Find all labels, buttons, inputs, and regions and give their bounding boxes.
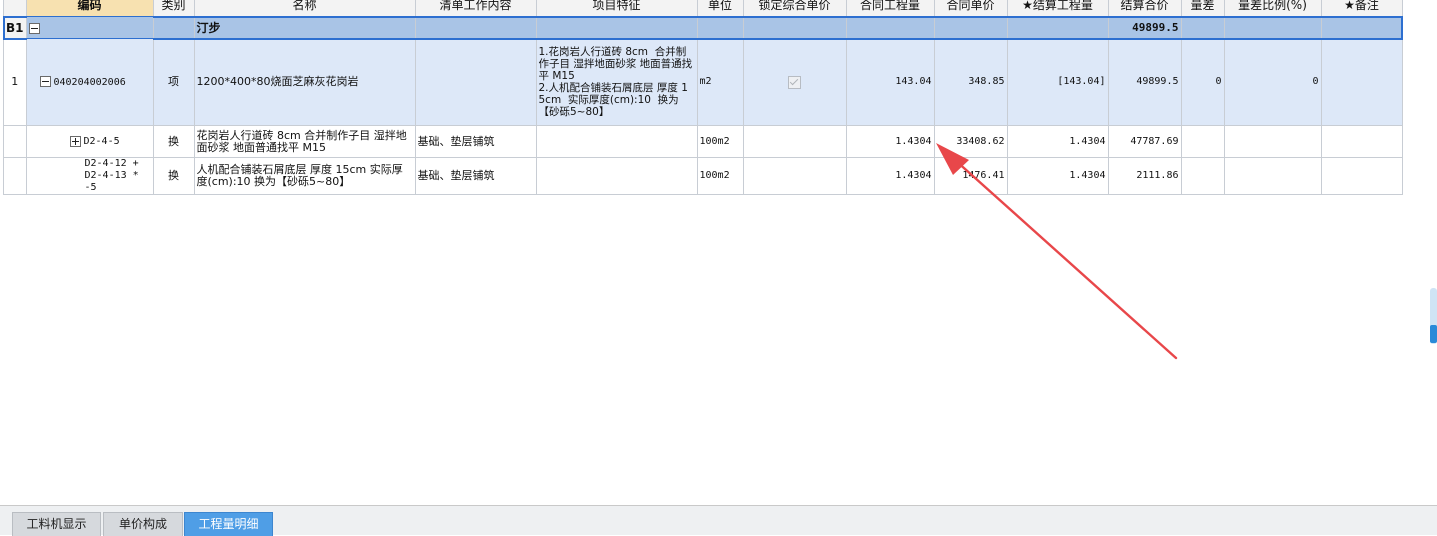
col-header-remark[interactable]: ★备注 [1320,0,1403,17]
col-header-qty-diff[interactable]: 量差 [1180,0,1225,17]
qty-diff-cell[interactable]: 0 [1180,38,1225,126]
qty-diff-ratio-cell[interactable]: 0 [1223,38,1322,126]
code-text-line1: D2-4-12 + [84,158,139,170]
features-cell[interactable]: 1.花岗岩人行道砖 8cm 合并制作子目 湿拌地面砂浆 地面普通找平 M15 2… [535,38,698,126]
tab-unit-price[interactable]: 单价构成 [103,512,183,536]
code-cell[interactable]: 040204002006 [25,38,154,126]
code-cell[interactable]: D2-4-5 [25,125,154,158]
contract-price-cell[interactable] [933,16,1008,39]
table-row[interactable]: D2-4-5 换 花岗岩人行道砖 8cm 合并制作子目 湿拌地面砂浆 地面普通找… [3,125,1403,158]
unit-cell[interactable]: 100m2 [696,157,744,195]
code-cell[interactable]: D2-4-12 + D2-4-13 * -5 [25,157,154,195]
settle-total-cell[interactable]: 2111.86 [1107,157,1182,195]
table-row-group[interactable]: B1 汀步 49899.5 [2,15,1403,40]
col-header-category[interactable]: 类别 [152,0,195,17]
settle-total-cell[interactable]: 49899.5 [1107,16,1182,39]
qty-diff-cell[interactable] [1180,125,1225,158]
col-header-code[interactable]: 编码 [25,0,154,17]
category-cell[interactable] [152,16,195,39]
table-row[interactable]: D2-4-12 + D2-4-13 * -5 换 人机配合铺装石屑底层 厚度 1… [3,157,1403,195]
remark-cell[interactable] [1320,38,1403,126]
remark-cell[interactable] [1320,157,1403,195]
work-cell[interactable] [414,38,537,126]
col-header-qty-diff-ratio[interactable]: 量差比例(%) [1223,0,1322,17]
settle-qty-cell[interactable]: [143.04] [1006,38,1109,126]
work-cell[interactable]: 基础、垫层铺筑 [414,157,537,195]
collapse-toggle-icon[interactable] [39,76,51,87]
contract-qty-cell[interactable]: 1.4304 [845,125,935,158]
scrollbar-thumb[interactable] [1430,325,1437,343]
contract-qty-cell[interactable] [845,16,935,39]
col-header-unit[interactable]: 单位 [696,0,744,17]
tab-material-machine[interactable]: 工料机显示 [12,512,101,536]
remark-cell[interactable] [1320,125,1403,158]
col-header-contract-price[interactable]: 合同单价 [933,0,1008,17]
col-header-features[interactable]: 项目特征 [535,0,698,17]
features-cell[interactable] [535,157,698,195]
col-header-work-content[interactable]: 清单工作内容 [414,0,537,17]
col-header-contract-qty[interactable]: 合同工程量 [845,0,935,17]
expand-toggle-icon[interactable] [69,135,81,147]
col-header-locked-price[interactable]: 锁定综合单价 [742,0,847,17]
corner-header [3,0,27,17]
unit-cell[interactable] [696,16,744,39]
unit-cell[interactable]: 100m2 [696,125,744,158]
qty-diff-ratio-cell[interactable] [1223,125,1322,158]
settle-qty-cell[interactable] [1006,16,1109,39]
row-label [3,157,27,195]
category-cell[interactable]: 换 [152,125,195,158]
name-cell[interactable]: 汀步 [193,16,416,39]
work-cell[interactable]: 基础、垫层铺筑 [414,125,537,158]
category-cell[interactable]: 换 [152,157,195,195]
name-cell[interactable]: 1200*400*80烧面芝麻灰花岗岩 [193,38,416,126]
row-label: B1 [3,16,27,39]
qty-diff-cell[interactable] [1180,16,1225,39]
work-cell[interactable] [414,16,537,39]
code-text: 040204002006 [53,76,126,88]
features-cell[interactable] [535,16,698,39]
contract-qty-cell[interactable]: 143.04 [845,38,935,126]
settle-qty-cell[interactable]: 1.4304 [1006,157,1109,195]
features-cell[interactable] [535,125,698,158]
contract-price-cell[interactable]: 33408.62 [933,125,1008,158]
settle-qty-cell[interactable]: 1.4304 [1006,125,1109,158]
locked-price-cell[interactable] [742,125,847,158]
contract-price-cell[interactable]: 348.85 [933,38,1008,126]
unit-cell[interactable]: m2 [696,38,744,126]
qty-diff-ratio-cell[interactable] [1223,16,1322,39]
col-header-settle-qty[interactable]: ★结算工程量 [1006,0,1109,17]
name-cell[interactable]: 人机配合铺装石屑底层 厚度 15cm 实际厚度(cm):10 换为【砂砾5~80… [193,157,416,195]
category-cell[interactable]: 项 [152,38,195,126]
lock-price-checkbox[interactable] [788,75,801,89]
qty-diff-cell[interactable] [1180,157,1225,195]
code-cell[interactable] [25,16,154,39]
code-text: D2-4-5 [83,136,120,147]
name-cell[interactable]: 花岗岩人行道砖 8cm 合并制作子目 湿拌地面砂浆 地面普通找平 M15 [193,125,416,158]
row-label [3,125,27,158]
remark-cell[interactable] [1320,16,1403,39]
col-header-name[interactable]: 名称 [193,0,416,17]
bill-grid: 编码 类别 名称 清单工作内容 项目特征 单位 锁定综合单价 合同工程量 合同单… [2,0,1403,195]
tab-quantity-detail[interactable]: 工程量明细 [184,512,273,536]
code-text-line2: D2-4-13 * -5 [84,170,139,193]
collapse-toggle-icon[interactable] [28,22,40,34]
contract-price-cell[interactable]: 1476.41 [933,157,1008,195]
contract-qty-cell[interactable]: 1.4304 [845,157,935,195]
col-header-settle-total[interactable]: 结算合价 [1107,0,1182,17]
row-label: 1 [3,38,27,126]
bottom-tab-bar: 工料机显示 单价构成 工程量明细 [0,506,1437,536]
settle-total-cell[interactable]: 47787.69 [1107,125,1182,158]
table-row[interactable]: 1 040204002006 项 1200*400*80烧面芝麻灰花岗岩 1.花… [3,38,1403,126]
locked-price-cell[interactable] [742,16,847,39]
locked-price-cell[interactable] [742,157,847,195]
qty-diff-ratio-cell[interactable] [1223,157,1322,195]
locked-price-cell[interactable] [742,38,847,126]
settle-total-cell[interactable]: 49899.5 [1107,38,1182,126]
